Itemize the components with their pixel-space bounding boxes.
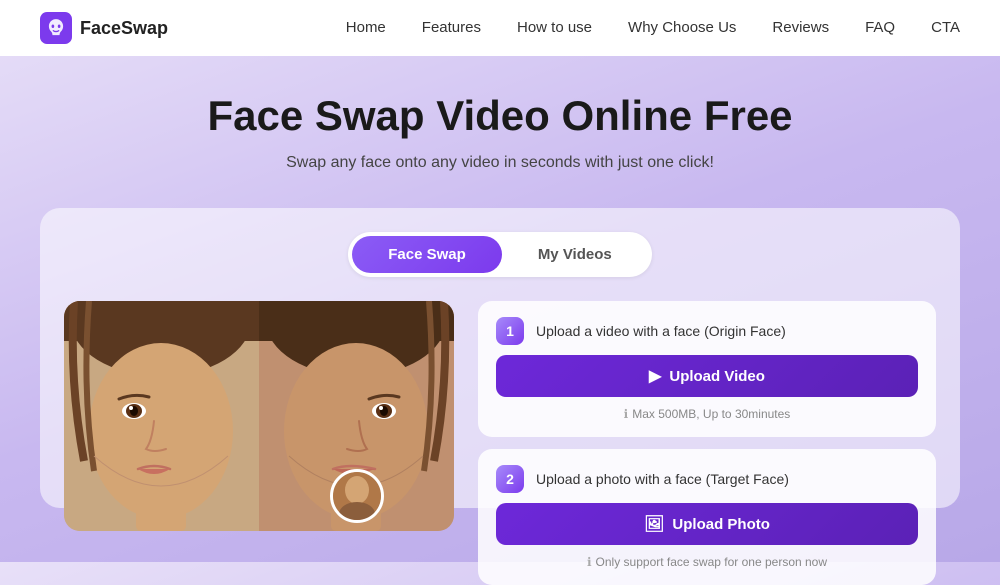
nav-item-features[interactable]: Features (422, 19, 481, 37)
navbar: FaceSwap Home Features How to use Why Ch… (0, 0, 1000, 56)
hint-icon-1: ℹ (624, 407, 629, 421)
nav-item-cta[interactable]: CTA (931, 19, 960, 37)
face-left-svg (64, 301, 259, 531)
lower-section: 1 Upload a video with a face (Origin Fac… (64, 301, 936, 585)
step-1-number: 1 (496, 317, 524, 345)
avatar-circle (330, 469, 384, 523)
step-2-hint: ℹ Only support face swap for one person … (496, 555, 918, 569)
face-preview (64, 301, 454, 531)
upload-photo-label: Upload Photo (672, 516, 770, 533)
face-left-half (64, 301, 259, 531)
avatar-svg (333, 472, 381, 520)
step-1-card: 1 Upload a video with a face (Origin Fac… (478, 301, 936, 437)
hero-subtitle: Swap any face onto any video in seconds … (20, 154, 980, 172)
tab-my-videos[interactable]: My Videos (502, 236, 648, 273)
hint-icon-2: ℹ (587, 555, 592, 569)
upload-video-label: Upload Video (669, 368, 765, 385)
logo[interactable]: FaceSwap (40, 12, 168, 44)
step-1-label: Upload a video with a face (Origin Face) (536, 323, 786, 339)
upload-video-button[interactable]: ▶ Upload Video (496, 355, 918, 397)
step-2-label: Upload a photo with a face (Target Face) (536, 471, 789, 487)
content-card: Face Swap My Videos (40, 208, 960, 508)
nav-item-why-choose-us[interactable]: Why Choose Us (628, 19, 736, 37)
tabs-container: Face Swap My Videos (348, 232, 651, 277)
hero-section: Face Swap Video Online Free Swap any fac… (0, 56, 1000, 192)
step-2-card: 2 Upload a photo with a face (Target Fac… (478, 449, 936, 585)
upload-photo-button[interactable]: 🖼 Upload Photo (496, 503, 918, 545)
nav-item-home[interactable]: Home (346, 19, 386, 37)
step-1-hint: ℹ Max 500MB, Up to 30minutes (496, 407, 918, 421)
tab-face-swap[interactable]: Face Swap (352, 236, 502, 273)
steps-panel: 1 Upload a video with a face (Origin Fac… (478, 301, 936, 585)
logo-text: FaceSwap (80, 18, 168, 39)
nav-item-faq[interactable]: FAQ (865, 19, 895, 37)
nav-item-reviews[interactable]: Reviews (772, 19, 829, 37)
hero-title: Face Swap Video Online Free (20, 92, 980, 140)
upload-video-icon: ▶ (649, 366, 661, 386)
face-right-half (259, 301, 454, 531)
upload-photo-icon: 🖼 (644, 514, 664, 534)
logo-icon (40, 12, 72, 44)
nav-links: Home Features How to use Why Choose Us R… (346, 19, 960, 37)
step-2-header: 2 Upload a photo with a face (Target Fac… (496, 465, 918, 493)
step-1-header: 1 Upload a video with a face (Origin Fac… (496, 317, 918, 345)
step-2-number: 2 (496, 465, 524, 493)
nav-item-how-to-use[interactable]: How to use (517, 19, 592, 37)
